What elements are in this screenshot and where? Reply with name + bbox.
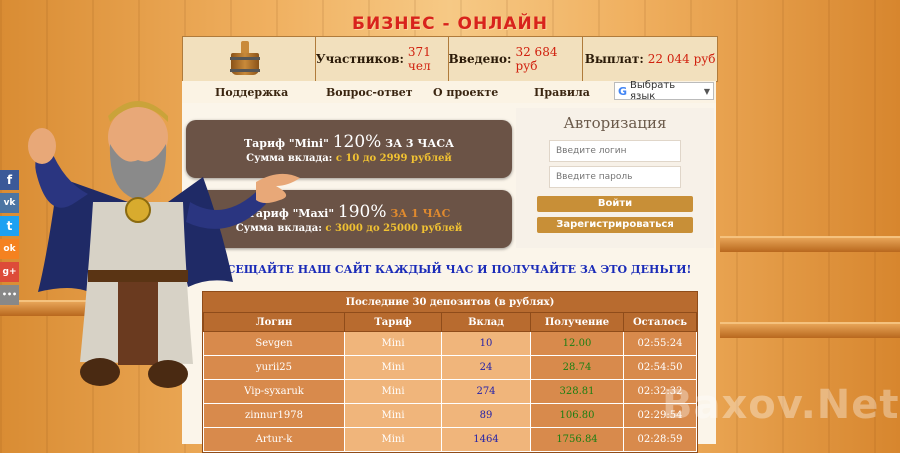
cell-deposit: 10 [441,331,531,356]
tariff-mini-range: с 10 до 2999 рублей [335,153,452,164]
google-plus-icon[interactable]: g+ [0,262,19,282]
login-button[interactable]: Войти [537,196,693,212]
mascot-illustration [28,101,300,388]
cell-tariff: Mini [344,331,442,356]
cell-tariff: Mini [344,403,442,428]
paid-value: 22 044 руб [647,52,716,66]
cell-payout: 1756.84 [530,427,624,452]
auth-title: Авторизация [563,114,667,132]
facebook-icon[interactable]: f [0,170,19,190]
deposited-stat: Введено: 32 684 руб [449,37,584,81]
nav-faq[interactable]: Вопрос-ответ [326,86,413,99]
deposited-value: 32 684 руб [515,45,558,73]
google-icon: G [618,84,628,98]
table-row: Artur-k Mini 1464 1756.84 02:28:59 [203,427,697,452]
auth-panel: Авторизация Войти Зарегистрироваться [516,108,714,248]
cell-tariff: Mini [344,379,442,404]
stats-bar: Участников: 371 чел Введено: 32 684 руб … [182,36,718,82]
site-title: БИЗНЕС - ОНЛАЙН [352,14,548,34]
social-share-bar: f vk t ok g+ ••• [0,170,19,308]
tariff-maxi-range: с 3000 до 25000 рублей [325,223,463,234]
paid-label: Выплат: [584,52,644,66]
sauna-bench [720,322,900,338]
cell-payout: 106.80 [530,403,624,428]
password-input[interactable] [549,166,681,188]
cell-deposit: 89 [441,403,531,428]
col-deposit: Вклад [441,312,531,332]
dropdown-arrow-icon: ▼ [703,86,710,96]
col-tariff: Тариф [344,312,442,332]
cell-payout: 328.81 [530,379,624,404]
cell-remaining: 02:28:59 [623,427,697,452]
login-input[interactable] [549,140,681,162]
cell-remaining: 02:54:50 [623,355,697,380]
wooden-bucket-icon [227,41,263,77]
tariff-mini-percent: 120% [332,132,382,152]
cell-login: zinnur1978 [203,403,345,428]
watermark: Baxov.Net [662,382,900,428]
odnoklassniki-icon[interactable]: ok [0,239,19,259]
deposited-label: Введено: [448,52,512,66]
language-label: Выбрать язык [630,80,676,102]
sauna-bench [720,236,900,252]
logo[interactable] [183,37,316,81]
more-icon[interactable]: ••• [0,285,19,305]
cell-payout: 12.00 [530,331,624,356]
participants-stat: Участников: 371 чел [316,37,449,81]
language-select[interactable]: G Выбрать язык ▼ [614,80,714,102]
col-payout: Получение [530,312,624,332]
table-row: zinnur1978 Mini 89 106.80 02:29:54 [203,403,697,428]
cell-payout: 28.74 [530,355,624,380]
cell-tariff: Mini [344,427,442,452]
nav-about[interactable]: О проекте [433,86,498,99]
participants-value: 371 чел [407,45,431,73]
participants-label: Участников: [315,52,404,66]
paid-stat: Выплат: 22 044 руб [583,37,717,81]
cell-login: Artur-k [203,427,345,452]
col-remaining: Осталось [623,312,697,332]
cell-remaining: 02:55:24 [623,331,697,356]
tariff-mini-period: ЗА 3 ЧАСА [385,137,455,150]
twitter-icon[interactable]: t [0,216,19,236]
vk-icon[interactable]: vk [0,193,19,213]
tariff-maxi-period: ЗА 1 ЧАС [390,207,451,220]
cell-deposit: 24 [441,355,531,380]
nav-rules[interactable]: Правила [534,86,590,99]
register-button[interactable]: Зарегистрироваться [537,217,693,233]
cell-deposit: 1464 [441,427,531,452]
tariff-maxi-percent: 190% [337,202,387,222]
cell-tariff: Mini [344,355,442,380]
cell-deposit: 274 [441,379,531,404]
